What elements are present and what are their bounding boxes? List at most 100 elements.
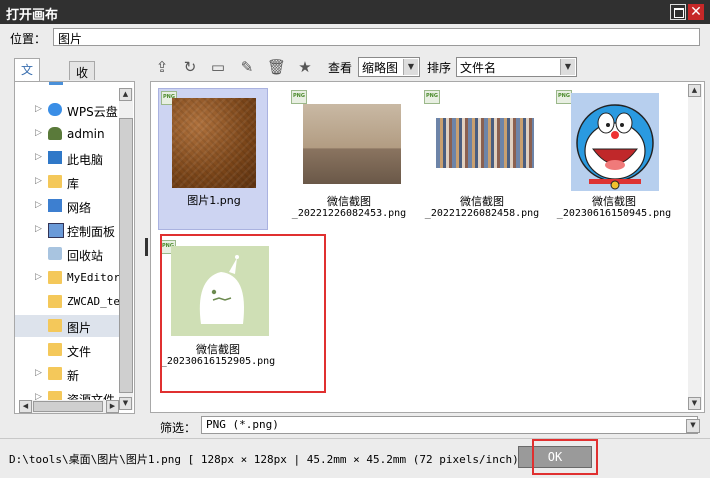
expand-arrow-icon: ▷ <box>35 200 42 210</box>
folder-icon <box>48 319 62 332</box>
tree-item-this-pc[interactable]: ▷ 此电脑 <box>15 147 119 169</box>
highlight-box-ok <box>532 439 598 475</box>
file-name: 微信截图 _20221226082453.png <box>291 195 407 220</box>
tree-item-network[interactable]: ▷ 网络 <box>15 195 119 217</box>
thumbnail-image <box>303 104 401 184</box>
folder-icon <box>48 367 62 380</box>
folder-tree: ▷ WPS云盘 ▷ admin ▷ 此电脑 ▷ 库 ▷ 网络 ▷ 控制面板 回收… <box>14 81 135 414</box>
sort-select[interactable]: 文件名 ▼ <box>456 57 577 77</box>
desktop-icon <box>49 82 63 85</box>
thumbnail-image <box>172 98 256 188</box>
tree-item-admin[interactable]: ▷ admin <box>15 123 119 145</box>
tree-item-label: MyEditor <box>67 271 120 284</box>
file-tile[interactable]: PNG 图片1.png <box>158 88 268 230</box>
favorite-star-icon[interactable]: ★ <box>296 58 314 76</box>
folder-icon <box>48 271 62 284</box>
scroll-right-icon[interactable]: ▶ <box>106 400 119 413</box>
refresh-icon[interactable]: ↻ <box>181 58 199 76</box>
rename-icon[interactable]: ✎ <box>238 58 256 76</box>
close-button[interactable]: ✕ <box>688 4 704 20</box>
doraemon-illustration <box>576 104 654 190</box>
png-badge-icon: PNG <box>291 90 307 104</box>
file-name: 图片1.png <box>187 194 241 207</box>
thumbnail-image <box>436 118 534 168</box>
tree-item-label: 图片 <box>67 321 92 335</box>
location-input[interactable]: 图片 <box>53 28 700 46</box>
tree-item-library[interactable]: ▷ 库 <box>15 171 119 193</box>
tree-item-control-panel[interactable]: ▷ 控制面板 <box>15 219 119 241</box>
tree-item-wps-cloud[interactable]: ▷ WPS云盘 <box>15 99 119 121</box>
window-title: 打开画布 <box>6 8 59 23</box>
tree-item-pictures[interactable]: 图片 <box>15 315 119 337</box>
cloud-icon <box>48 103 62 116</box>
file-tile[interactable]: PNG 微信截图 _20221226082453.png <box>289 88 409 228</box>
scroll-up-icon[interactable]: ▲ <box>119 88 132 101</box>
up-folder-icon[interactable]: ⇪ <box>153 58 171 76</box>
tree-item-label: 此电脑 <box>67 153 104 167</box>
tab-favorites[interactable]: 收藏夹 <box>69 61 96 114</box>
tree-item-myeditor[interactable]: ▷ MyEditor <box>15 267 120 289</box>
filter-dropdown-icon[interactable]: ▼ <box>686 419 700 433</box>
tree-item-label: 库 <box>67 177 80 191</box>
view-mode-select[interactable]: 缩略图 ▼ <box>358 57 420 77</box>
filter-label: 筛选： <box>160 421 197 435</box>
close-icon: ✕ <box>690 4 702 20</box>
file-toolbar: ⇪ ↻ ▭ ✎ 🗑 ★ 查看 缩略图 ▼ 排序 文件名 ▼ <box>150 54 705 80</box>
expand-arrow-icon: ▷ <box>35 104 42 114</box>
folder-icon <box>48 295 62 308</box>
maximize-button[interactable] <box>670 4 686 20</box>
file-name: 微信截图 _20221226082458.png <box>424 195 540 220</box>
expand-arrow-icon: ▷ <box>35 152 42 162</box>
status-file-info: D:\tools\桌面\图片\图片1.png [ 128px × 128px |… <box>9 453 519 466</box>
thumbnail-image <box>571 93 659 191</box>
open-canvas-dialog: 打开画布 ✕ 位置： 图片 文件夹 收藏夹 ▷ WPS云盘 ▷ admin ▷ … <box>0 0 710 478</box>
chevron-down-icon: ▼ <box>403 59 418 75</box>
tree-item-label: 文件 <box>67 345 92 359</box>
png-badge-icon: PNG <box>556 90 572 104</box>
filter-select[interactable]: PNG (*.png) <box>201 416 698 434</box>
expand-arrow-icon: ▷ <box>35 176 42 186</box>
tree-horizontal-scrollbar[interactable]: ◀ ▶ <box>19 400 119 413</box>
user-icon <box>48 127 62 140</box>
folder-icon <box>48 343 62 356</box>
png-badge-icon: PNG <box>424 90 440 104</box>
tree-item-label: ZWCAD_te <box>67 295 120 308</box>
scroll-down-icon[interactable]: ▼ <box>119 397 132 410</box>
tree-item-label: admin <box>67 127 105 141</box>
tree-scroll-thumb[interactable] <box>119 118 133 393</box>
chevron-down-icon: ▼ <box>560 59 575 75</box>
tab-folders[interactable]: 文件夹 <box>14 58 41 111</box>
sort-value: 文件名 <box>460 61 497 75</box>
scroll-down-icon[interactable]: ▼ <box>688 397 701 410</box>
expand-arrow-icon: ▷ <box>35 128 42 138</box>
view-mode-value: 缩略图 <box>362 61 399 75</box>
new-folder-icon[interactable]: ▭ <box>209 58 227 76</box>
file-tile[interactable]: PNG 微信截图 _20230616150945.png <box>554 88 674 228</box>
highlight-box-file <box>160 234 326 393</box>
pane-splitter[interactable] <box>145 238 148 256</box>
tree-item-label: 控制面板 <box>67 225 116 239</box>
file-tile[interactable]: PNG 微信截图 _20221226082458.png <box>422 88 542 228</box>
tree-item-label: 网络 <box>67 201 92 215</box>
tree-item-zwcad[interactable]: ZWCAD_te <box>15 291 120 313</box>
expand-arrow-icon: ▷ <box>35 272 42 282</box>
tree-item-label: 新 <box>67 369 80 383</box>
expand-arrow-icon: ▷ <box>35 224 42 234</box>
location-label: 位置： <box>10 32 47 46</box>
title-bar: 打开画布 ✕ <box>0 0 710 24</box>
delete-icon[interactable]: 🗑 <box>267 58 286 76</box>
computer-icon <box>48 151 62 164</box>
scroll-up-icon[interactable]: ▲ <box>688 84 701 97</box>
tree-item-recycle-bin[interactable]: 回收站 <box>15 243 119 265</box>
tree-item-new[interactable]: ▷ 新 <box>15 363 119 385</box>
tree-hscroll-thumb[interactable] <box>33 401 103 412</box>
tree-item-label: WPS云盘 <box>67 105 118 119</box>
tree-item-files[interactable]: 文件 <box>15 339 119 361</box>
control-panel-icon <box>48 223 64 238</box>
grid-vertical-scrollbar[interactable]: ▲ ▼ <box>688 84 702 410</box>
expand-arrow-icon: ▷ <box>35 368 42 378</box>
network-icon <box>48 199 62 212</box>
scroll-left-icon[interactable]: ◀ <box>19 400 32 413</box>
status-bar: D:\tools\桌面\图片\图片1.png [ 128px × 128px |… <box>0 438 710 478</box>
tree-vertical-scrollbar[interactable]: ▲ ▼ <box>119 88 133 410</box>
